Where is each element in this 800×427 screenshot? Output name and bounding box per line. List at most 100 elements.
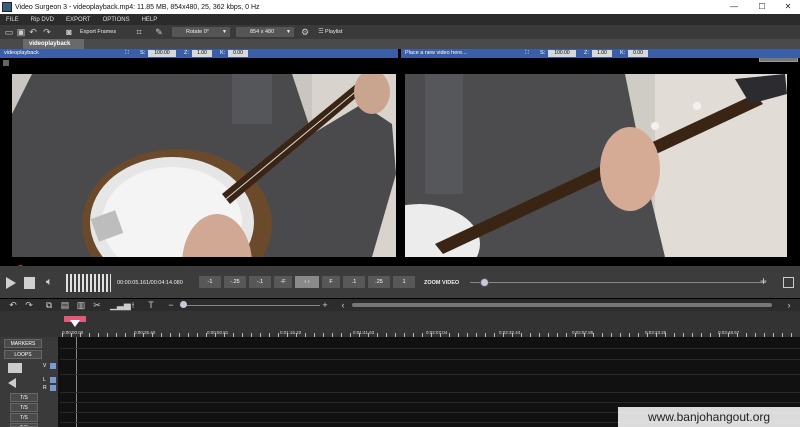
gear-icon[interactable]: ⚙ bbox=[300, 27, 310, 37]
timeline-ruler[interactable]: 0:00:00.00 0:00:25.40 0:00:50.81 0:01:16… bbox=[0, 311, 800, 337]
crop-icon[interactable]: ⌗ bbox=[134, 27, 144, 37]
left-fit-icon[interactable]: ⛶ bbox=[125, 49, 129, 58]
close-button[interactable]: ✕ bbox=[774, 0, 800, 14]
pane-close-icon[interactable] bbox=[3, 60, 9, 66]
timeline-zoom-track[interactable] bbox=[180, 305, 320, 306]
frame-forward-button[interactable]: F bbox=[322, 276, 340, 288]
track-v-label: V bbox=[43, 363, 47, 369]
loops-button[interactable]: LOOPS bbox=[4, 350, 42, 359]
right-s-field[interactable]: 100.00 bbox=[548, 50, 576, 57]
zoom-slider-track[interactable] bbox=[470, 282, 766, 283]
fullscreen-icon[interactable] bbox=[783, 277, 794, 288]
left-z-label: Z: bbox=[184, 50, 189, 56]
left-k-field[interactable]: 0.00 bbox=[228, 50, 248, 57]
ruler-label: 0:01:16.22 bbox=[280, 330, 302, 335]
track-divider bbox=[60, 374, 800, 375]
rotate-dropdown[interactable]: Rotate 0° ▼ bbox=[172, 27, 230, 37]
playlist-button[interactable]: Playlist bbox=[325, 27, 342, 37]
audio-track-icon[interactable] bbox=[8, 378, 16, 388]
speed-1[interactable]: 1 bbox=[393, 276, 415, 288]
ruler-label: 0:02:57.85 bbox=[572, 330, 594, 335]
right-fit-icon[interactable]: ⛶ bbox=[525, 49, 529, 58]
ruler-label: 0:03:23.26 bbox=[645, 330, 667, 335]
delete-icon[interactable]: ▥ bbox=[76, 300, 86, 310]
left-s-label: S: bbox=[140, 50, 146, 56]
volume-level[interactable] bbox=[66, 274, 111, 292]
speed-025[interactable]: .25 bbox=[368, 276, 390, 288]
save-icon[interactable]: ▣ bbox=[16, 27, 26, 37]
left-s-field[interactable]: 100.00 bbox=[148, 50, 176, 57]
markers-button[interactable]: MARKERS bbox=[4, 339, 42, 348]
title-bar: Video Surgeon 3 - videoplayback.mp4: 11.… bbox=[0, 0, 800, 14]
ruler-label: 0:00:25.40 bbox=[134, 330, 156, 335]
paste-icon[interactable]: ▤ bbox=[60, 300, 70, 310]
tab-videoplayback[interactable]: videoplayback bbox=[23, 39, 84, 49]
camera-icon[interactable]: ◙ bbox=[64, 27, 74, 37]
zoom-video-label: ZOOM VIDEO bbox=[424, 280, 460, 286]
right-k-field[interactable]: 0.00 bbox=[628, 50, 648, 57]
maximize-button[interactable]: ☐ bbox=[748, 0, 776, 14]
zoom-in-icon[interactable]: + bbox=[760, 274, 767, 288]
menu-export[interactable]: EXPORT bbox=[60, 17, 97, 23]
tab-row bbox=[0, 39, 800, 49]
cut-icon[interactable]: ✂ bbox=[92, 300, 102, 310]
right-pane-header: Place a new video here... ⛶ S: 100.00 Z:… bbox=[401, 49, 800, 58]
chevron-down-icon: ▼ bbox=[286, 29, 291, 35]
zoom-out-icon[interactable]: − bbox=[166, 300, 176, 310]
menu-rip-dvd[interactable]: Rip DVD bbox=[25, 17, 60, 23]
left-video-viewport[interactable] bbox=[12, 74, 396, 257]
timeline-zoom-handle[interactable] bbox=[180, 301, 187, 308]
redo-icon[interactable]: ↷ bbox=[24, 300, 34, 310]
stop-icon[interactable] bbox=[24, 277, 35, 289]
ts-button[interactable]: T/S bbox=[10, 403, 38, 412]
zoom-in-icon[interactable]: + bbox=[320, 300, 330, 310]
right-z-field[interactable]: 1.00 bbox=[592, 50, 612, 57]
step-buttons[interactable]: ‹ › bbox=[295, 276, 319, 288]
timeline-scrollbar[interactable] bbox=[352, 303, 772, 307]
speed-minus-1[interactable]: -1 bbox=[199, 276, 221, 288]
play-icon[interactable] bbox=[6, 277, 16, 289]
edit-icon[interactable]: ✎ bbox=[154, 27, 164, 37]
minimize-button[interactable]: — bbox=[720, 0, 748, 14]
menu-bar: FILE Rip DVD EXPORT OPTIONS HELP bbox=[0, 14, 800, 25]
ts-button[interactable]: T/S bbox=[10, 393, 38, 402]
left-audio-toggle[interactable] bbox=[50, 377, 56, 383]
speed-minus-025[interactable]: -.25 bbox=[224, 276, 246, 288]
right-audio-toggle[interactable] bbox=[50, 385, 56, 391]
volume-icon[interactable]: 🔈︎ bbox=[46, 276, 53, 289]
speed-minus-01[interactable]: -.1 bbox=[249, 276, 271, 288]
undo-icon[interactable]: ↶ bbox=[8, 300, 18, 310]
text-icon[interactable]: T bbox=[146, 300, 156, 310]
watermark: www.banjohangout.org bbox=[618, 407, 800, 427]
split-icon[interactable]: ⟊ bbox=[128, 300, 138, 310]
copy-icon[interactable]: ⧉ bbox=[44, 300, 54, 310]
export-frames-button[interactable]: Export Frames bbox=[80, 27, 116, 37]
right-video-viewport[interactable] bbox=[405, 74, 787, 257]
right-video-frame bbox=[405, 74, 787, 257]
menu-file[interactable]: FILE bbox=[0, 17, 25, 23]
menu-options[interactable]: OPTIONS bbox=[97, 17, 136, 23]
ts-button[interactable]: T/S bbox=[10, 423, 38, 427]
chevron-right-icon[interactable]: › bbox=[784, 300, 794, 310]
resolution-dropdown[interactable]: 854 x 480 ▼ bbox=[236, 27, 294, 37]
right-pane-title: Place a new video here... bbox=[405, 50, 467, 56]
playhead-icon[interactable] bbox=[70, 320, 80, 327]
zoom-slider-handle[interactable] bbox=[480, 278, 489, 287]
track-divider bbox=[60, 348, 800, 349]
left-pane-header: videoplayback ⛶ S: 100.00 Z: 1.00 K: 0.0… bbox=[0, 49, 398, 58]
app-icon bbox=[2, 2, 12, 12]
ts-button[interactable]: T/S bbox=[10, 413, 38, 422]
chevron-left-icon[interactable]: ‹ bbox=[338, 300, 348, 310]
levels-icon[interactable]: ▁▃▅ bbox=[110, 300, 131, 310]
ruler-label: 0:00:00.00 bbox=[62, 330, 84, 335]
track-divider bbox=[60, 402, 800, 403]
left-z-field[interactable]: 1.00 bbox=[192, 50, 212, 57]
speed-01[interactable]: .1 bbox=[343, 276, 365, 288]
redo-icon[interactable]: ↷ bbox=[42, 27, 52, 37]
frame-back-button[interactable]: -F bbox=[274, 276, 292, 288]
video-track-toggle[interactable] bbox=[50, 363, 56, 369]
save-track-icon[interactable] bbox=[8, 363, 22, 373]
undo-icon[interactable]: ↶ bbox=[28, 27, 38, 37]
menu-help[interactable]: HELP bbox=[136, 17, 164, 23]
open-folder-icon[interactable]: ▭ bbox=[4, 27, 14, 37]
